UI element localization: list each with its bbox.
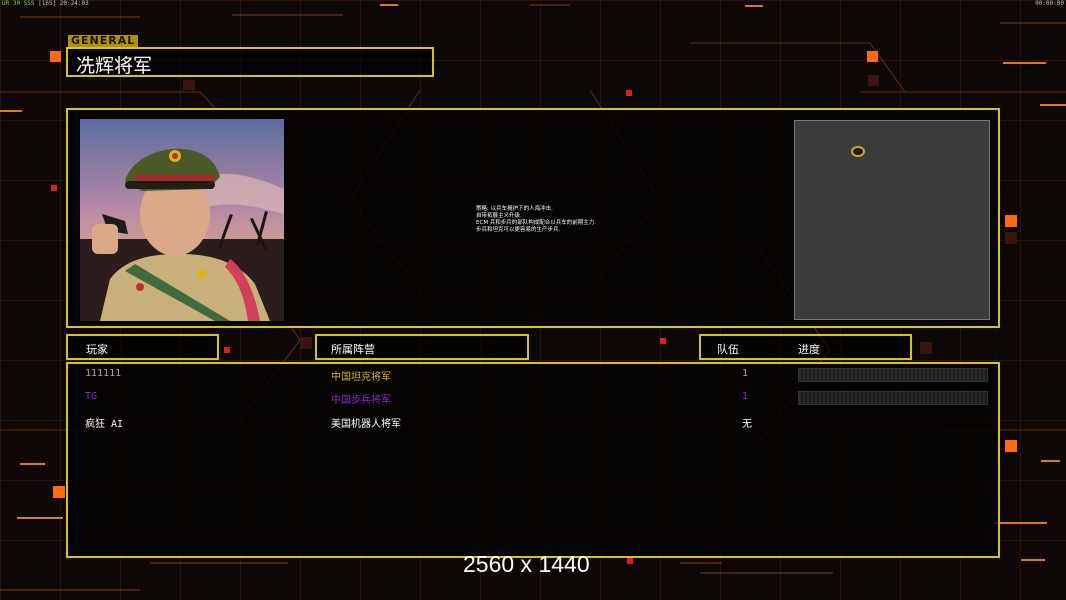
player-progress-bar <box>798 391 988 405</box>
general-tag: GENERAL <box>68 35 139 47</box>
map-preview[interactable] <box>794 120 990 320</box>
column-header-team-label: 队伍 <box>717 343 739 356</box>
description-line: 策略: 以兵车掩护下的人海冲击. <box>476 206 553 212</box>
player-row[interactable]: TG 中国步兵将军 1 <box>68 389 998 409</box>
player-faction: 中国步兵将军 <box>331 395 391 406</box>
column-header-player-label: 玩家 <box>86 343 108 356</box>
player-team: 1 <box>742 391 749 402</box>
description-line: 自带拓展主义升级. <box>476 213 522 219</box>
player-row[interactable]: 111111 中国坦克将军 1 <box>68 366 998 386</box>
general-description: 策略: 以兵车掩护下的人海冲击. 自带拓展主义升级. ECM 兵和步兵的部队构成… <box>476 206 696 234</box>
general-title-box: 冼辉将军 <box>66 47 434 77</box>
player-name: 111111 <box>85 368 122 379</box>
general-info-panel: 策略: 以兵车掩护下的人海冲击. 自带拓展主义升级. ECM 兵和步兵的部队构成… <box>66 108 1000 328</box>
status-bar-fps: UR 30 SSS <box>2 0 35 7</box>
player-faction: 美国机器人将军 <box>331 419 401 430</box>
player-name: TG <box>85 391 98 402</box>
player-list: 111111 中国坦克将军 1 TG 中国步兵将军 1 疯狂 AI 美国机器人将… <box>66 362 1000 558</box>
player-row[interactable]: 疯狂 AI 美国机器人将军 无 <box>68 413 998 433</box>
player-team: 无 <box>742 419 752 430</box>
resolution-label: 2560 x 1440 <box>463 551 590 577</box>
status-clock: 00:00:00 <box>1035 0 1064 7</box>
column-header-progress-label: 进度 <box>798 343 820 356</box>
player-progress-bar <box>798 368 988 382</box>
general-portrait <box>80 119 284 321</box>
column-header-team-progress: 队伍 进度 <box>699 334 912 360</box>
player-name: 疯狂 AI <box>85 419 124 430</box>
column-header-faction: 所属阵营 <box>315 334 529 360</box>
player-team: 1 <box>742 368 749 379</box>
status-bar-time: |165| 20:24:03 <box>38 0 89 7</box>
column-header-faction-label: 所属阵营 <box>331 343 375 356</box>
general-title: 冼辉将军 <box>76 55 153 77</box>
description-line: 步兵和坦克可以更容易的生产步兵. <box>476 227 561 233</box>
description-line: ECM 兵和步兵的部队构成配合以兵车的前期主力. <box>476 220 597 226</box>
status-bar: UR 30 SSS |165| 20:24:03 <box>2 0 89 7</box>
map-start-marker-icon[interactable] <box>851 146 865 157</box>
column-header-player: 玩家 <box>66 334 219 360</box>
player-faction: 中国坦克将军 <box>331 372 391 383</box>
